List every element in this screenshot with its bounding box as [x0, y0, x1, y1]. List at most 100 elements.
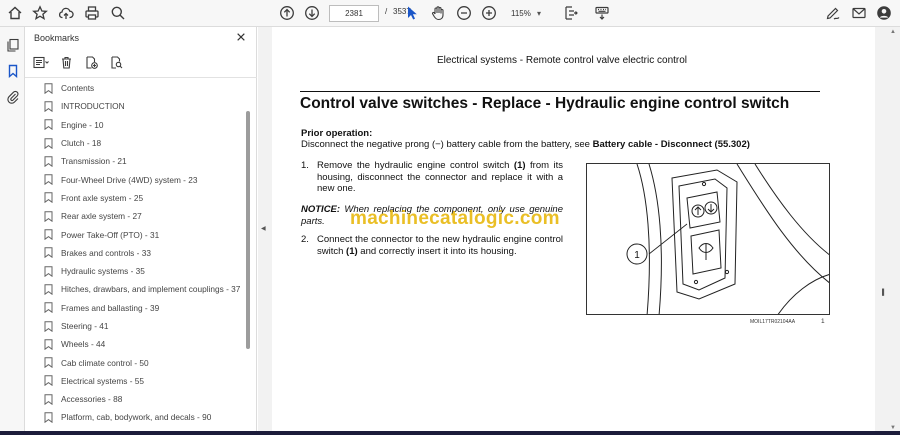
bookmark-label: Four-Wheel Drive (4WD) system - 23: [61, 174, 198, 185]
bookmark-label: Power Take-Off (PTO) - 31: [61, 229, 160, 240]
page-separator: /: [385, 7, 388, 16]
bookmark-icon: [44, 156, 53, 167]
figure-number: 1: [821, 318, 825, 325]
document-viewport: ◀ Electrical systems - Remote control va…: [258, 27, 900, 435]
step-text-a: Remove the hydraulic engine control swit…: [317, 160, 514, 171]
keyboard-scroll-icon[interactable]: [592, 4, 612, 22]
bookmark-label: Brakes and controls - 33: [61, 247, 151, 258]
figure-callout: 1: [634, 250, 640, 261]
prior-operation-heading: Prior operation:: [301, 128, 373, 139]
bookmark-label: Rear axle system - 27: [61, 211, 142, 222]
bookmark-label: Contents: [61, 83, 95, 94]
panel-title: Bookmarks: [34, 33, 80, 43]
bookmark-item[interactable]: Wheels - 44: [25, 335, 247, 353]
bookmark-item[interactable]: Front axle system - 25: [25, 189, 247, 207]
component-reference: (1): [346, 245, 358, 257]
fit-page-icon[interactable]: [561, 4, 581, 22]
bookmark-icon: [44, 375, 53, 387]
page-title: Control valve switches - Replace - Hydra…: [300, 95, 790, 112]
bookmark-label: Accessories - 88: [61, 394, 123, 405]
bookmark-item[interactable]: Four-Wheel Drive (4WD) system - 23: [25, 170, 247, 188]
top-toolbar: 2381 / 3537 115% ▾: [0, 0, 900, 27]
bookmark-item[interactable]: Platform, cab, bodywork, and decals - 90: [25, 408, 247, 426]
bookmark-item[interactable]: Hitches, drawbars, and implement couplin…: [25, 280, 247, 298]
bookmark-label: Electrical systems - 55: [61, 375, 144, 386]
chevron-right-icon[interactable]: ▌: [882, 290, 886, 296]
document-scrollbar[interactable]: ▲ ▼: [888, 27, 898, 435]
mail-icon[interactable]: [849, 4, 869, 22]
bookmark-item[interactable]: Cab climate control - 50: [25, 353, 247, 371]
bookmark-label: Front axle system - 25: [61, 192, 144, 203]
attachment-icon[interactable]: [4, 88, 21, 105]
bookmark-item[interactable]: Frames and ballasting - 39: [25, 299, 247, 317]
bookmark-options-icon[interactable]: [33, 54, 49, 70]
scrollbar-thumb[interactable]: [246, 111, 250, 349]
step-text: Remove the hydraulic engine control swit…: [317, 160, 563, 195]
battery-cable-link[interactable]: Battery cable - Disconnect (55.302): [593, 139, 750, 150]
scroll-up-icon[interactable]: ▲: [890, 29, 896, 35]
bookmark-icon: [44, 412, 53, 423]
bookmark-item[interactable]: Clutch - 18: [25, 134, 247, 152]
hand-tool-icon[interactable]: [428, 4, 448, 22]
bookmark-scrollbar[interactable]: [246, 83, 251, 427]
figure-reference: MOIL17TR02104AA: [750, 319, 796, 325]
page-header: Electrical systems - Remote control valv…: [436, 55, 688, 66]
bookmark-icon: [44, 265, 53, 277]
bookmark-icon: [44, 174, 53, 186]
pdf-viewer: 2381 / 3537 115% ▾ Bookmarks Contents IN…: [0, 0, 900, 435]
find-bookmark-icon[interactable]: [108, 54, 124, 70]
prior-text: Disconnect the negative prong (−) batter…: [301, 139, 593, 150]
chevron-left-icon[interactable]: ◀: [261, 225, 266, 232]
zoom-in-button[interactable]: [479, 4, 499, 22]
bookmark-label: Frames and ballasting - 39: [61, 302, 160, 313]
bookmark-label: Clutch - 18: [61, 138, 102, 149]
bookmark-icon: [44, 82, 53, 94]
delete-bookmark-icon[interactable]: [58, 54, 74, 70]
step-text: Connect the connector to the new hydraul…: [317, 234, 563, 257]
bookmark-item[interactable]: Transmission - 21: [25, 152, 247, 170]
star-icon[interactable]: [30, 4, 50, 22]
bookmark-item[interactable]: Contents: [25, 79, 247, 97]
select-cursor-icon[interactable]: [402, 4, 422, 22]
bookmark-icon: [44, 119, 53, 131]
bookmark-item[interactable]: Steering - 41: [25, 317, 247, 335]
bookmark-item[interactable]: Accessories - 88: [25, 390, 247, 408]
bookmark-toolbar: [33, 54, 124, 70]
page-thumbnails-icon[interactable]: [4, 36, 21, 53]
bookmark-icon: [44, 393, 53, 405]
bookmark-label: Cab climate control - 50: [61, 357, 149, 368]
bookmark-panel-icon[interactable]: [4, 62, 21, 79]
divider: [25, 77, 257, 78]
bookmark-item[interactable]: Brakes and controls - 33: [25, 244, 247, 262]
zoom-level-select[interactable]: 115%: [503, 5, 551, 22]
sign-pen-icon[interactable]: [823, 4, 843, 22]
bookmark-icon: [44, 357, 53, 369]
chevron-down-icon[interactable]: ▾: [537, 5, 541, 22]
next-page-button[interactable]: [302, 4, 322, 22]
bookmark-icon: [44, 192, 53, 204]
print-icon[interactable]: [82, 4, 102, 22]
home-icon[interactable]: [5, 4, 25, 22]
taskbar-edge: [0, 431, 900, 435]
bookmark-label: Engine - 10: [61, 119, 104, 130]
bookmark-label: INTRODUCTION: [61, 101, 125, 112]
bookmark-item[interactable]: Engine - 10: [25, 116, 247, 134]
previous-page-button[interactable]: [277, 4, 297, 22]
page-number-input[interactable]: 2381: [329, 5, 379, 22]
bookmark-icon: [44, 137, 53, 149]
account-icon[interactable]: [874, 4, 894, 22]
close-icon[interactable]: [234, 30, 248, 44]
bookmark-item[interactable]: Rear axle system - 27: [25, 207, 247, 225]
bookmark-label: Platform, cab, bodywork, and decals - 90: [61, 412, 212, 423]
bookmark-item[interactable]: Power Take-Off (PTO) - 31: [25, 225, 247, 243]
bookmark-icon: [44, 339, 53, 350]
bookmark-item[interactable]: Hydraulic systems - 35: [25, 262, 247, 280]
zoom-search-icon[interactable]: [108, 4, 128, 22]
bookmark-item[interactable]: Electrical systems - 55: [25, 372, 247, 390]
component-reference: (1): [513, 160, 526, 171]
cloud-upload-icon[interactable]: [56, 4, 76, 22]
add-bookmark-icon[interactable]: [83, 54, 99, 70]
step-number: 1.: [301, 160, 309, 171]
zoom-out-button[interactable]: [454, 4, 474, 22]
bookmark-item[interactable]: INTRODUCTION: [25, 97, 247, 115]
